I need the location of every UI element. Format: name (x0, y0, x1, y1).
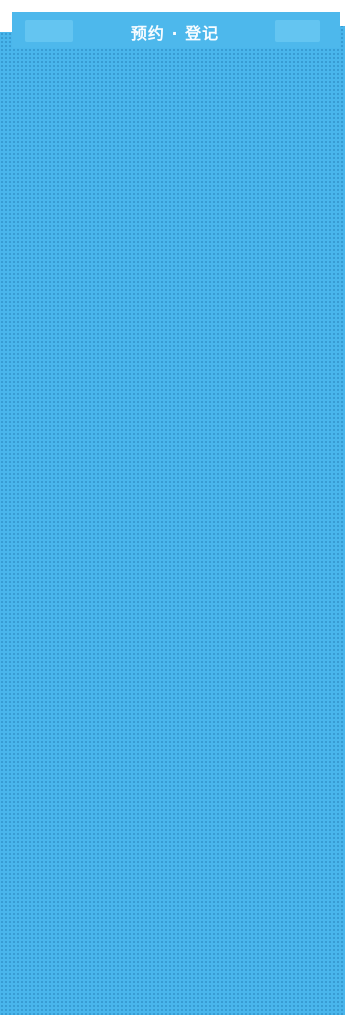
page-title: 预约 · 登记 (130, 24, 220, 43)
window-frame-top (0, 0, 345, 12)
app-header: 预约 · 登记 (12, 12, 340, 48)
window-frame-left (0, 0, 12, 32)
content-area (0, 48, 345, 1015)
back-button[interactable] (25, 20, 73, 42)
window-frame-right (340, 0, 345, 26)
action-button[interactable] (275, 20, 320, 42)
